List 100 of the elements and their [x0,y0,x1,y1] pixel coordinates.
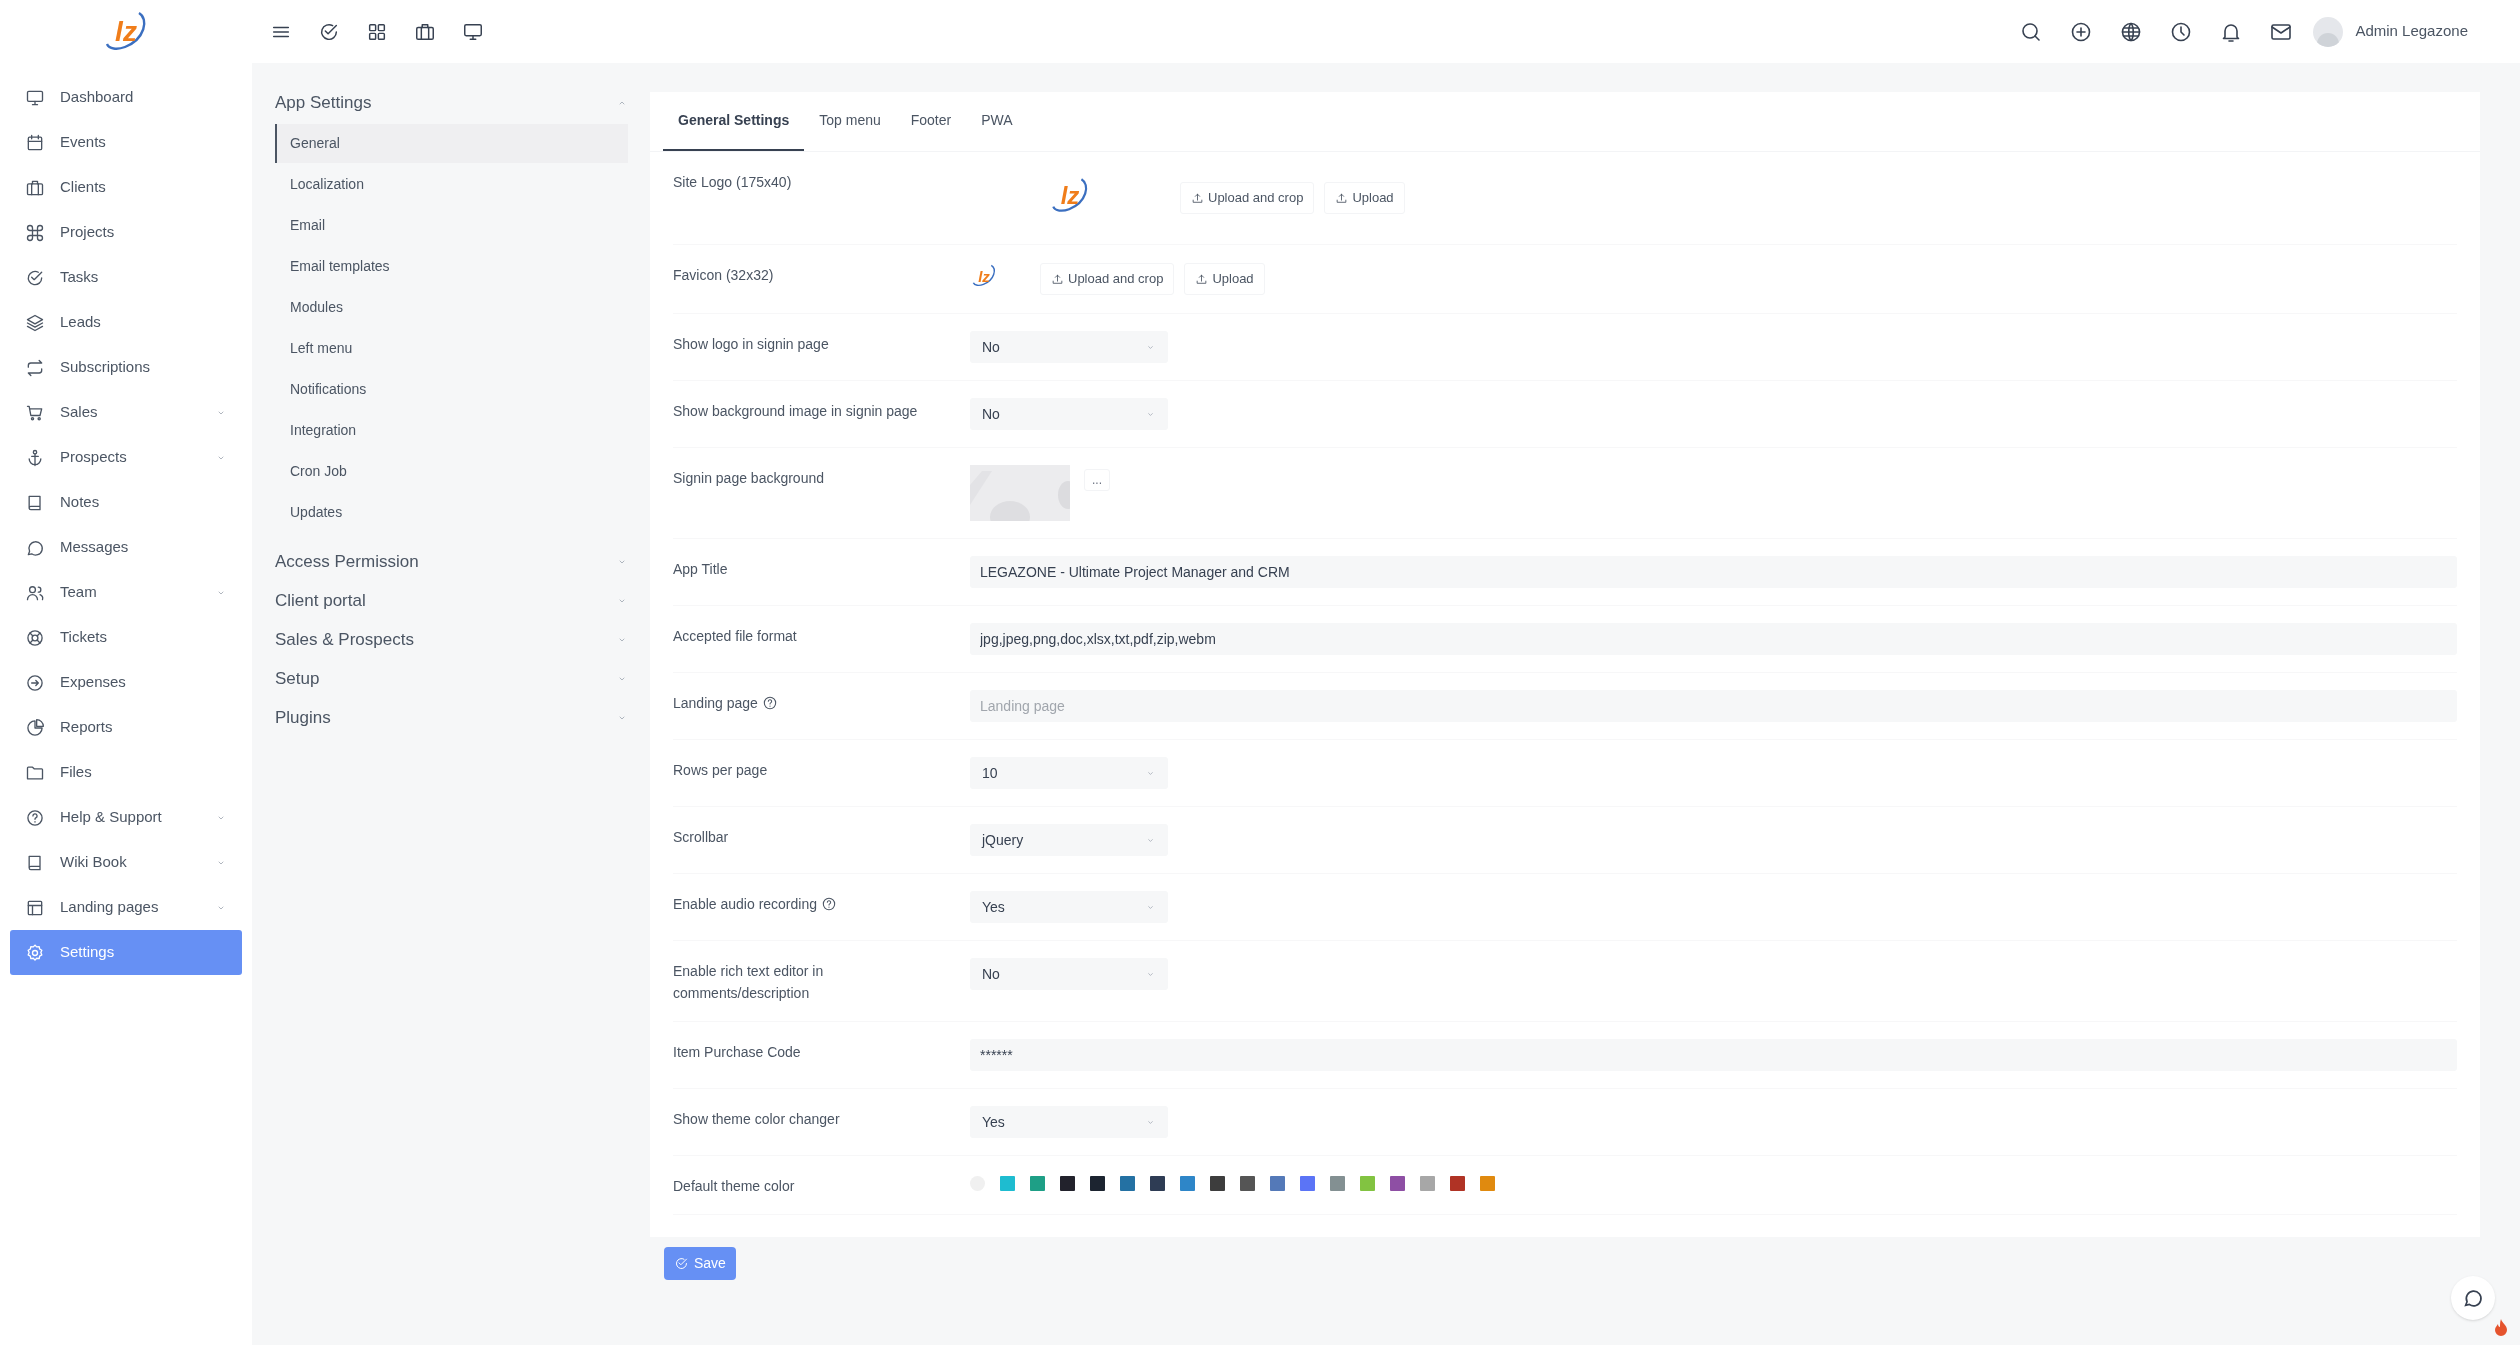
check-circle-icon [674,1256,689,1271]
settings-menu-item[interactable]: Email [275,206,628,245]
upload-button[interactable]: Upload and crop [1040,263,1175,295]
field-label: Signin page background [673,469,824,488]
menu-group-header[interactable]: Setup [275,659,628,698]
select-field[interactable]: No [970,958,1168,990]
text-field[interactable]: ****** [970,1039,2457,1071]
settings-menu-item[interactable]: General [275,124,628,163]
color-swatch[interactable] [1480,1176,1495,1191]
text-field[interactable]: LEGAZONE - Ultimate Project Manager and CRM [970,556,2457,588]
sidebar-item[interactable]: Clients [10,165,242,210]
color-swatch[interactable] [1210,1176,1225,1191]
sidebar-item[interactable]: Subscriptions [10,345,242,390]
sidebar-item[interactable]: Wiki Book [10,840,242,885]
text-field[interactable]: jpg,jpeg,png,doc,xlsx,txt,pdf,zip,webm [970,623,2457,655]
field-label: Enable audio recording [673,895,817,914]
tab[interactable]: Top menu [804,92,896,151]
help-icon[interactable] [821,896,837,912]
upload-icon [1335,191,1349,205]
sidebar-item[interactable]: Help & Support [10,795,242,840]
menu-group-header[interactable]: Sales & Prospects [275,620,628,659]
settings-menu-item[interactable]: Integration [275,411,628,450]
sidebar-item[interactable]: Landing pages [10,885,242,930]
settings-menu-item[interactable]: Email templates [275,247,628,286]
sidebar-item[interactable]: Sales [10,390,242,435]
field-label: Site Logo (175x40) [673,173,792,192]
menu-group-header[interactable]: Plugins [275,698,628,737]
user-name[interactable]: Admin Legazone [2355,20,2468,43]
sidebar-item[interactable]: Leads [10,300,242,345]
sidebar-item[interactable]: Expenses [10,660,242,705]
select-field[interactable]: No [970,331,1168,363]
sidebar-item[interactable]: Dashboard [10,75,242,120]
sidebar-item[interactable]: Prospects [10,435,242,480]
field-label: Scrollbar [673,828,729,847]
select-field[interactable]: 10 [970,757,1168,789]
upload-icon [1195,272,1209,286]
field-label: Enable rich text editor in comments/description [673,962,825,1003]
more-button[interactable]: ... [1084,469,1110,491]
sidebar-item[interactable]: Tickets [10,615,242,660]
menu-group-header[interactable]: App Settings [275,83,628,122]
sidebar-item[interactable]: Events [10,120,242,165]
help-icon [25,807,45,828]
menu-group-header[interactable]: Client portal [275,581,628,620]
color-swatch[interactable] [1060,1176,1075,1191]
help-icon[interactable] [761,695,778,711]
color-swatch[interactable] [1300,1176,1315,1191]
color-swatch[interactable] [1270,1176,1285,1191]
color-swatch[interactable] [1330,1176,1345,1191]
command-icon [25,222,45,243]
color-swatch[interactable] [1240,1176,1255,1191]
text-field[interactable]: Landing page [970,690,2457,722]
select-field[interactable]: No [970,398,1168,430]
settings-menu-item[interactable]: Left menu [275,329,628,368]
select-field[interactable]: Yes [970,891,1168,923]
user-avatar[interactable] [2313,16,2344,47]
field-label: Item Purchase Code [673,1043,801,1062]
calendar-icon [25,132,45,153]
color-swatch[interactable] [1090,1176,1105,1191]
settings-menu-item[interactable]: Notifications [275,370,628,409]
pie-chart-icon [25,717,45,738]
settings-menu-item[interactable]: Cron Job [275,452,628,491]
logo-image: lz [970,262,998,290]
tab[interactable]: General Settings [663,92,805,151]
sidebar-item[interactable]: Notes [10,480,242,525]
chat-button[interactable] [2451,1276,2495,1320]
tab[interactable]: PWA [966,92,1028,151]
sidebar-item[interactable]: Team [10,570,242,615]
sidebar-item[interactable]: Projects [10,210,242,255]
tab[interactable]: Footer [895,92,967,151]
sidebar-item[interactable]: Messages [10,525,242,570]
field-label: Favicon (32x32) [673,266,774,285]
sidebar-item[interactable]: Reports [10,705,242,750]
color-swatch[interactable] [1030,1176,1045,1191]
color-swatch[interactable] [1120,1176,1135,1191]
field-label: Landing page [673,694,758,713]
field-label: Show logo in signin page [673,335,829,354]
settings-icon [25,942,45,963]
color-swatch[interactable] [1420,1176,1435,1191]
color-swatch[interactable] [1390,1176,1405,1191]
color-swatch[interactable] [1360,1176,1375,1191]
select-field[interactable]: Yes [970,1106,1168,1138]
field-label: Rows per page [673,761,768,780]
color-swatch[interactable] [1150,1176,1165,1191]
logo-image: lz [1048,175,1092,217]
field-label: App Title [673,560,728,579]
color-swatch[interactable] [1180,1176,1195,1191]
settings-menu-item[interactable]: Updates [275,493,628,532]
sidebar-item[interactable]: Files [10,750,242,795]
arrow-circle-icon [25,672,45,693]
sidebar-item[interactable]: Tasks [10,255,242,300]
color-swatch[interactable] [1000,1176,1015,1191]
settings-menu-item[interactable]: Modules [275,288,628,327]
color-swatch[interactable] [1450,1176,1465,1191]
upload-button[interactable]: Upload and crop [1180,182,1315,214]
menu-group-header[interactable]: Access Permission [275,542,628,581]
upload-button[interactable]: Upload [1184,263,1265,295]
repeat-icon [25,357,45,378]
select-field[interactable]: jQuery [970,824,1168,856]
upload-button[interactable]: Upload [1324,182,1405,214]
settings-menu-item[interactable]: Localization [275,165,628,204]
